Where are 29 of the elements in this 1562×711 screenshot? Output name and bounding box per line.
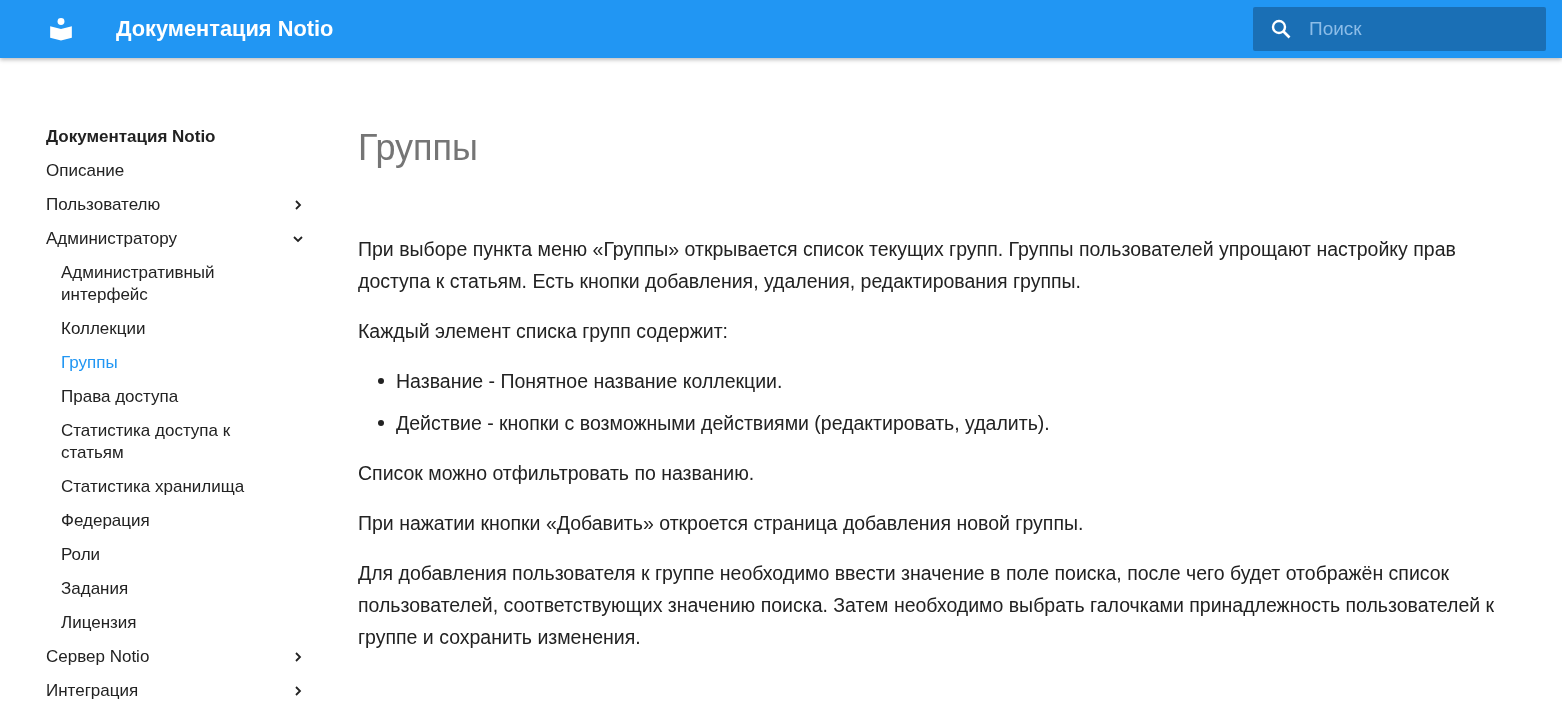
nav-item[interactable]: Администратору bbox=[46, 222, 308, 256]
paragraph: Список можно отфильтровать по названию. bbox=[358, 461, 756, 487]
nav-item[interactable]: Статистика доступа к статьям bbox=[61, 420, 256, 476]
nav-title: Документация Notio bbox=[46, 126, 217, 148]
bullet-icon bbox=[378, 420, 384, 427]
nav-item[interactable]: Права доступа bbox=[61, 386, 256, 420]
nav-item[interactable]: Административный интерфейс bbox=[61, 262, 256, 318]
nav-item[interactable]: Описание bbox=[46, 154, 308, 188]
nav-item[interactable]: Задания bbox=[61, 578, 256, 612]
chevron-down-icon bbox=[292, 233, 304, 245]
bullet-icon bbox=[378, 378, 384, 385]
list-item: Действие - кнопки с возможными действиями (редактировать, удалить). bbox=[396, 411, 1050, 437]
nav-item[interactable]: Статистика хранилища bbox=[61, 476, 256, 510]
nav-item[interactable]: Интеграция bbox=[46, 674, 308, 708]
chevron-right-icon bbox=[292, 651, 304, 663]
book-reader-icon[interactable] bbox=[48, 16, 74, 42]
nav-item[interactable]: Федерация bbox=[61, 510, 256, 544]
paragraph: Каждый элемент списка групп содержит: bbox=[358, 319, 729, 345]
paragraph: При выборе пункта меню «Группы» открывается список текущих групп. Группы пользователей упрощают настройку прав доступа к статьям. Есть кнопки добавления, удаления, редактирования группы. bbox=[358, 237, 1457, 295]
nav-item[interactable]: Роли bbox=[61, 544, 256, 578]
search-field[interactable]: Поиск bbox=[1253, 7, 1546, 51]
chevron-right-icon bbox=[292, 199, 304, 211]
paragraph: Для добавления пользователя к группе необходимо ввести значение в поле поиска, после чего будет отображён список пользователей, соответствующих значению поиска. Затем необходимо выбрать галочками принадлежность пользователей к группе и сохранить изменения. bbox=[358, 561, 1496, 651]
nav-item[interactable]: Пользователю bbox=[46, 188, 308, 222]
nav-item[interactable]: Коллекции bbox=[61, 318, 256, 352]
list-item: Название - Понятное название коллекции. bbox=[396, 369, 783, 395]
chevron-right-icon bbox=[292, 685, 304, 697]
paragraph: При нажатии кнопки «Добавить» откроется страница добавления новой группы. bbox=[358, 511, 1085, 537]
page-title: Группы bbox=[358, 126, 479, 170]
